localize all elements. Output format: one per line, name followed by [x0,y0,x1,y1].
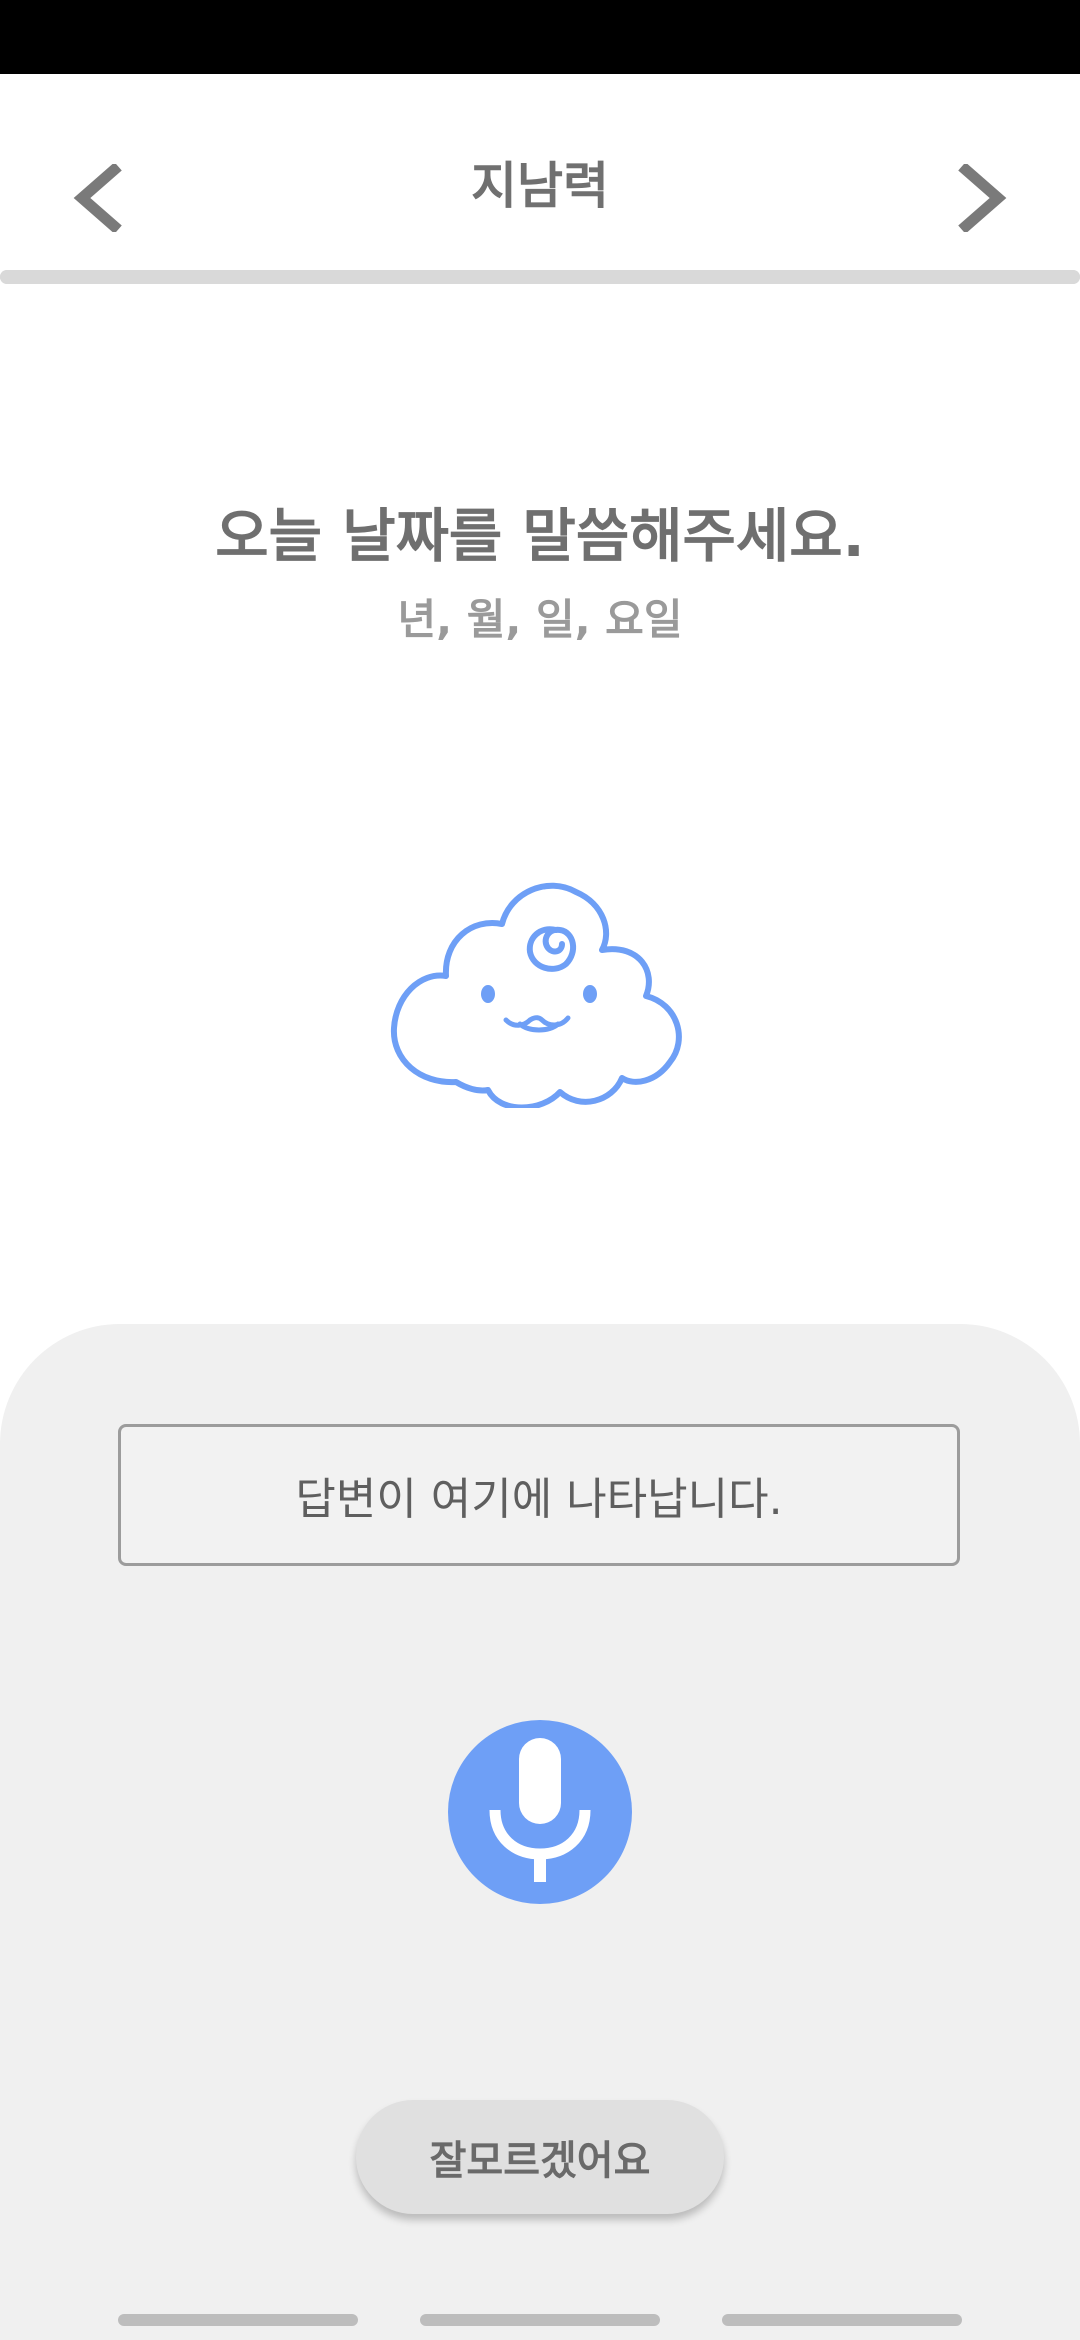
cloud-mascot-icon [390,882,682,1108]
next-button[interactable] [922,138,1042,258]
tab-indicator-3[interactable] [722,2314,962,2326]
header: 지남력 [0,74,1080,270]
microphone-icon [489,1738,591,1882]
answer-display: 답변이 여기에 나타납니다. [118,1424,960,1566]
status-bar [0,0,1080,74]
bottom-tab-indicators [0,2304,1080,2340]
question-text: 오늘 날짜를 말씀해주세요. [215,502,865,570]
chevron-right-icon [958,164,1007,232]
dont-know-button[interactable]: 잘모르겠어요 [356,2100,724,2214]
progress-bar [0,270,1080,284]
question-hint: 년, 월, 일, 요일 [397,595,683,644]
page-title: 지남력 [471,157,609,215]
answer-placeholder: 답변이 여기에 나타납니다. [295,1474,783,1525]
progress-fill [0,270,1080,284]
tab-indicator-1[interactable] [118,2314,358,2326]
mic-button[interactable] [448,1720,632,1904]
tab-indicator-2[interactable] [420,2314,660,2326]
